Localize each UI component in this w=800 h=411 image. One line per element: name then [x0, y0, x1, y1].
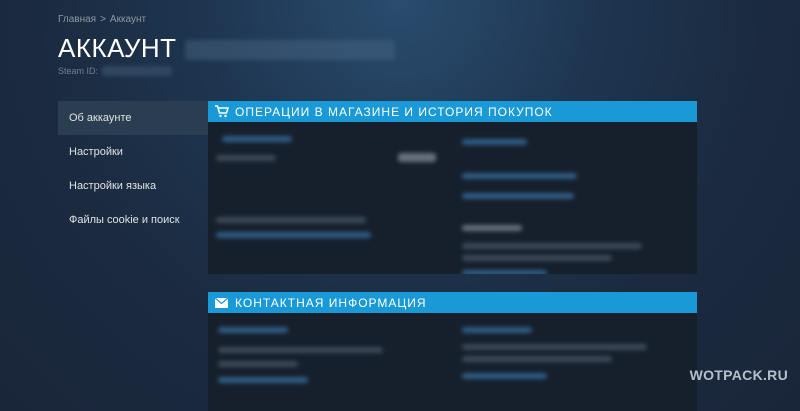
- breadcrumb: Главная > Аккаунт: [58, 14, 395, 25]
- redacted-text: [216, 155, 276, 161]
- store-section-header: ОПЕРАЦИИ В МАГАЗИНЕ И ИСТОРИЯ ПОКУПОК: [208, 101, 697, 122]
- redacted-text: [462, 356, 612, 362]
- sidebar-item-about-account[interactable]: Об аккаунте: [58, 101, 208, 135]
- sidebar-item-label: Настройки языка: [69, 180, 157, 192]
- breadcrumb-current[interactable]: Аккаунт: [110, 14, 146, 25]
- watermark: WOTPACK.RU: [689, 367, 788, 383]
- sidebar-item-cookies[interactable]: Файлы cookie и поиск: [58, 203, 208, 237]
- steam-id-label: Steam ID:: [58, 66, 99, 76]
- redacted-link: [222, 136, 292, 142]
- redacted-link[interactable]: [462, 193, 574, 199]
- redacted-text: [462, 344, 647, 350]
- sidebar: Об аккаунте Настройки Настройки языка Фа…: [58, 101, 208, 237]
- redacted-balance: [398, 153, 436, 162]
- redacted-link[interactable]: [218, 327, 288, 333]
- redacted-link[interactable]: [462, 270, 547, 274]
- redacted-text: [462, 255, 612, 261]
- steam-id-redacted: [102, 66, 173, 76]
- contact-section-header: КОНТАКТНАЯ ИНФОРМАЦИЯ: [208, 292, 697, 313]
- contact-section: КОНТАКТНАЯ ИНФОРМАЦИЯ: [208, 292, 697, 411]
- sidebar-item-label: Настройки: [69, 146, 123, 158]
- redacted-link[interactable]: [462, 327, 532, 333]
- store-section-body: [208, 122, 697, 274]
- cart-icon: [215, 105, 229, 119]
- contact-section-body: [208, 313, 697, 411]
- sidebar-item-settings[interactable]: Настройки: [58, 135, 208, 169]
- contact-section-title: КОНТАКТНАЯ ИНФОРМАЦИЯ: [235, 295, 427, 310]
- redacted-text: [462, 225, 522, 231]
- breadcrumb-home[interactable]: Главная: [58, 14, 96, 25]
- redacted-link[interactable]: [462, 139, 527, 145]
- breadcrumb-separator: >: [100, 14, 106, 25]
- redacted-link[interactable]: [462, 173, 577, 179]
- account-page: Главная > Аккаунт АККАУНТ Steam ID: Об а…: [0, 0, 800, 411]
- page-title: АККАУНТ: [58, 33, 177, 63]
- sidebar-item-label: Файлы cookie и поиск: [69, 214, 180, 226]
- store-section: ОПЕРАЦИИ В МАГАЗИНЕ И ИСТОРИЯ ПОКУПОК: [208, 101, 697, 274]
- store-section-title: ОПЕРАЦИИ В МАГАЗИНЕ И ИСТОРИЯ ПОКУПОК: [235, 104, 553, 119]
- redacted-text: [218, 361, 298, 367]
- account-name-redacted: [184, 39, 395, 60]
- redacted-text: [218, 347, 383, 353]
- sidebar-item-label: Об аккаунте: [69, 112, 132, 124]
- sidebar-item-language-settings[interactable]: Настройки языка: [58, 169, 208, 203]
- redacted-text: [216, 217, 366, 223]
- redacted-link[interactable]: [218, 377, 308, 383]
- envelope-icon: [215, 296, 229, 310]
- redacted-text: [462, 243, 642, 249]
- redacted-link[interactable]: [462, 373, 547, 379]
- page-header: Главная > Аккаунт АККАУНТ Steam ID:: [58, 14, 395, 76]
- redacted-link[interactable]: [216, 232, 371, 238]
